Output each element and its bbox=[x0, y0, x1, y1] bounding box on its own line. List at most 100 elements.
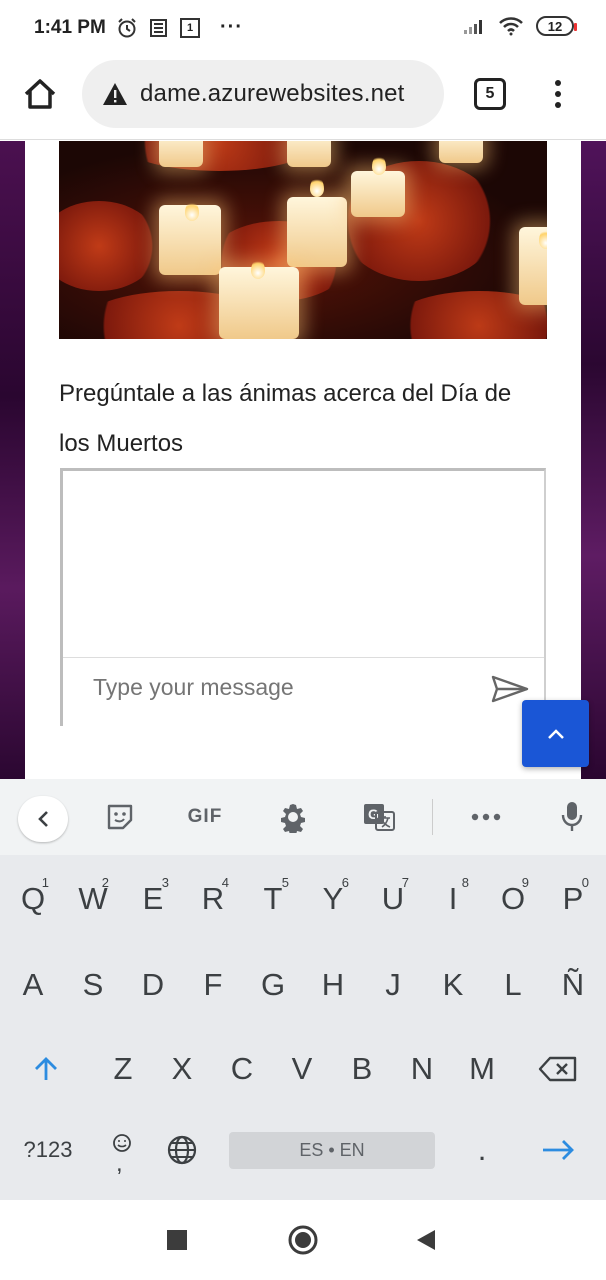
status-icons-left: 1 ··· bbox=[116, 16, 243, 39]
backspace-icon bbox=[538, 1056, 577, 1082]
key-x[interactable]: X bbox=[152, 1033, 212, 1105]
decorative-background-left bbox=[0, 141, 25, 779]
key-hint: 9 bbox=[521, 875, 529, 890]
key-g[interactable]: G bbox=[243, 949, 303, 1021]
address-bar[interactable]: dame.azurewebsites.net bbox=[82, 60, 444, 128]
key-d[interactable]: D bbox=[123, 949, 183, 1021]
news-icon bbox=[150, 18, 167, 37]
square-icon bbox=[167, 1230, 187, 1250]
space-bar[interactable]: ES • EN bbox=[229, 1132, 435, 1169]
period-key[interactable]: . bbox=[452, 1114, 512, 1186]
key-p[interactable]: P0 bbox=[543, 863, 603, 935]
globe-icon bbox=[167, 1135, 197, 1165]
scroll-to-top-button[interactable] bbox=[522, 700, 589, 767]
key-f[interactable]: F bbox=[183, 949, 243, 1021]
key-l[interactable]: L bbox=[483, 949, 543, 1021]
chat-message-input[interactable] bbox=[93, 674, 453, 701]
key-y[interactable]: Y6 bbox=[303, 863, 363, 935]
signal-icon bbox=[464, 20, 482, 34]
keyboard-back-button[interactable] bbox=[18, 796, 68, 842]
recents-button[interactable] bbox=[157, 1222, 197, 1258]
comma-label: , bbox=[116, 1150, 123, 1177]
back-nav-button[interactable] bbox=[406, 1222, 446, 1258]
key-j[interactable]: J bbox=[363, 949, 423, 1021]
shift-key[interactable] bbox=[16, 1033, 76, 1105]
toolbar-divider bbox=[432, 799, 433, 835]
key-hint: 0 bbox=[581, 875, 589, 890]
symbols-key[interactable]: ?123 bbox=[16, 1114, 80, 1186]
key-s[interactable]: S bbox=[63, 949, 123, 1021]
key-label: T bbox=[263, 881, 283, 916]
send-icon[interactable] bbox=[491, 675, 529, 703]
microphone-icon bbox=[561, 802, 583, 831]
key-label: I bbox=[448, 881, 458, 916]
browser-toolbar: dame.azurewebsites.net 5 bbox=[0, 58, 606, 140]
enter-key[interactable] bbox=[528, 1114, 588, 1186]
url-text[interactable]: dame.azurewebsites.net bbox=[140, 80, 405, 108]
tab-switcher-button[interactable]: 5 bbox=[474, 78, 506, 110]
key-hint: 8 bbox=[461, 875, 469, 890]
key-t[interactable]: T5 bbox=[243, 863, 303, 935]
web-page: Pregúntale a las ánimas acerca del Día d… bbox=[0, 141, 606, 779]
key-m[interactable]: M bbox=[452, 1033, 512, 1105]
key-c[interactable]: C bbox=[212, 1033, 272, 1105]
status-icons-right: 12 bbox=[462, 16, 577, 36]
emoji-key[interactable]: , bbox=[92, 1114, 152, 1186]
more-horizontal-icon bbox=[471, 813, 501, 821]
key-e[interactable]: E3 bbox=[123, 863, 183, 935]
onscreen-keyboard: Q1 W2 E3 R4 T5 Y6 U7 I8 O9 P0 A S D F G … bbox=[0, 855, 606, 1200]
key-hint: 1 bbox=[41, 875, 49, 890]
key-label: Y bbox=[322, 881, 344, 916]
key-r[interactable]: R4 bbox=[183, 863, 243, 935]
content-card: Pregúntale a las ánimas acerca del Día d… bbox=[25, 141, 581, 779]
key-label: P bbox=[562, 881, 584, 916]
translate-button[interactable]: G bbox=[360, 797, 398, 837]
key-hint: 3 bbox=[161, 875, 169, 890]
chevron-up-icon bbox=[547, 728, 564, 739]
key-k[interactable]: K bbox=[423, 949, 483, 1021]
key-hint: 5 bbox=[281, 875, 289, 890]
more-dots-icon: ··· bbox=[220, 16, 243, 38]
key-u[interactable]: U7 bbox=[363, 863, 423, 935]
gear-icon bbox=[281, 804, 305, 833]
key-w[interactable]: W2 bbox=[63, 863, 123, 935]
shift-arrow-icon bbox=[35, 1057, 57, 1080]
key-b[interactable]: B bbox=[332, 1033, 392, 1105]
overflow-menu-icon[interactable] bbox=[550, 76, 566, 112]
gif-button[interactable]: GIF bbox=[180, 797, 230, 837]
key-i[interactable]: I8 bbox=[423, 863, 483, 935]
translate-icon: G bbox=[364, 804, 395, 831]
decorative-background-right bbox=[581, 141, 606, 779]
key-q[interactable]: Q1 bbox=[3, 863, 63, 935]
key-hint: 4 bbox=[221, 875, 229, 890]
key-o[interactable]: O9 bbox=[483, 863, 543, 935]
backspace-key[interactable] bbox=[528, 1033, 588, 1105]
sticker-button[interactable] bbox=[102, 797, 138, 837]
warning-triangle-icon[interactable] bbox=[102, 82, 128, 106]
key-n-tilde[interactable]: Ñ bbox=[543, 949, 603, 1021]
key-h[interactable]: H bbox=[303, 949, 363, 1021]
home-icon[interactable] bbox=[22, 76, 58, 112]
voice-input-button[interactable] bbox=[554, 797, 590, 837]
chat-log bbox=[63, 471, 544, 658]
key-label: E bbox=[142, 881, 164, 916]
key-z[interactable]: Z bbox=[93, 1033, 153, 1105]
alarm-icon bbox=[118, 17, 136, 37]
circle-icon bbox=[288, 1225, 318, 1255]
keyboard-toolbar: GIF G bbox=[0, 779, 606, 855]
settings-button[interactable] bbox=[274, 797, 312, 837]
home-nav-button[interactable] bbox=[283, 1222, 323, 1258]
triangle-back-icon bbox=[417, 1230, 435, 1250]
calendar-icon: 1 bbox=[180, 17, 200, 38]
chat-prompt-heading: Pregúntale a las ánimas acerca del Día d… bbox=[59, 380, 512, 457]
key-a[interactable]: A bbox=[3, 949, 63, 1021]
key-n[interactable]: N bbox=[392, 1033, 452, 1105]
more-options-button[interactable] bbox=[466, 797, 506, 837]
svg-text:G: G bbox=[368, 806, 379, 822]
language-key[interactable] bbox=[152, 1114, 212, 1186]
key-hint: 6 bbox=[341, 875, 349, 890]
status-bar: 1:41 PM 1 ··· 12 bbox=[0, 0, 606, 58]
key-hint: 2 bbox=[101, 875, 109, 890]
key-v[interactable]: V bbox=[272, 1033, 332, 1105]
system-navigation-bar bbox=[0, 1200, 606, 1280]
